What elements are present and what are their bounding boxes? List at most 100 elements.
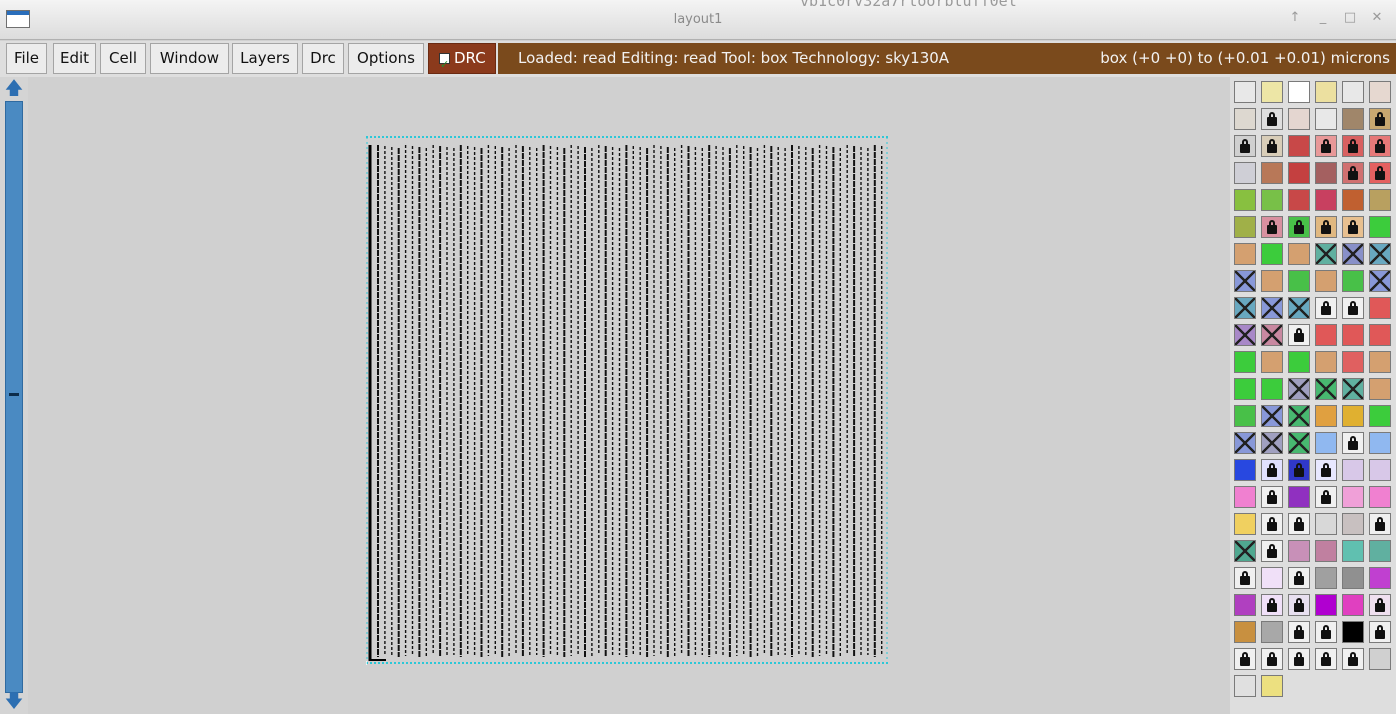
layer-swatch[interactable] (1315, 567, 1337, 589)
scrollbar-track[interactable] (5, 101, 23, 693)
layer-swatch[interactable] (1369, 189, 1391, 211)
layer-swatch[interactable] (1234, 108, 1256, 130)
layer-swatch[interactable] (1288, 135, 1310, 157)
layer-swatch[interactable] (1369, 432, 1391, 454)
layer-swatch[interactable] (1234, 81, 1256, 103)
layer-swatch[interactable] (1288, 459, 1310, 481)
layer-swatch[interactable] (1288, 432, 1310, 454)
keep-above-button[interactable]: ↑ (1286, 10, 1304, 25)
layer-swatch[interactable] (1342, 540, 1364, 562)
layer-swatch[interactable] (1288, 594, 1310, 616)
layer-swatch[interactable] (1369, 351, 1391, 373)
layer-swatch[interactable] (1261, 189, 1283, 211)
layer-swatch[interactable] (1369, 540, 1391, 562)
layer-swatch[interactable] (1315, 162, 1337, 184)
layer-swatch[interactable] (1234, 405, 1256, 427)
layer-swatch[interactable] (1342, 243, 1364, 265)
layer-swatch[interactable] (1288, 243, 1310, 265)
layer-swatch[interactable] (1342, 189, 1364, 211)
layer-swatch[interactable] (1315, 405, 1337, 427)
layer-swatch[interactable] (1234, 567, 1256, 589)
layer-swatch[interactable] (1342, 648, 1364, 670)
layer-swatch[interactable] (1234, 675, 1256, 697)
layer-swatch[interactable] (1234, 162, 1256, 184)
layer-swatch[interactable] (1315, 216, 1337, 238)
layer-swatch[interactable] (1342, 324, 1364, 346)
layer-swatch[interactable] (1261, 378, 1283, 400)
vertical-scrollbar[interactable]: 🡅 🡇 (0, 77, 28, 714)
layer-swatch[interactable] (1261, 513, 1283, 535)
layer-swatch[interactable] (1234, 189, 1256, 211)
layer-swatch[interactable] (1369, 162, 1391, 184)
layer-swatch[interactable] (1261, 648, 1283, 670)
layer-swatch[interactable] (1234, 594, 1256, 616)
layer-swatch[interactable] (1315, 189, 1337, 211)
layer-swatch[interactable] (1288, 324, 1310, 346)
layer-swatch[interactable] (1288, 648, 1310, 670)
layer-swatch[interactable] (1288, 486, 1310, 508)
layer-swatch[interactable] (1369, 459, 1391, 481)
layer-swatch[interactable] (1288, 297, 1310, 319)
layer-swatch[interactable] (1261, 270, 1283, 292)
layer-swatch[interactable] (1234, 324, 1256, 346)
layer-swatch[interactable] (1261, 81, 1283, 103)
layer-swatch[interactable] (1342, 459, 1364, 481)
layer-swatch[interactable] (1261, 243, 1283, 265)
layer-swatch[interactable] (1342, 351, 1364, 373)
layer-swatch[interactable] (1261, 351, 1283, 373)
layer-swatch[interactable] (1369, 378, 1391, 400)
layer-swatch[interactable] (1261, 594, 1283, 616)
layer-swatch[interactable] (1342, 270, 1364, 292)
layer-swatch[interactable] (1315, 135, 1337, 157)
layer-swatch[interactable] (1261, 675, 1283, 697)
layer-swatch[interactable] (1234, 540, 1256, 562)
layer-swatch[interactable] (1234, 378, 1256, 400)
layer-swatch[interactable] (1234, 621, 1256, 643)
layer-swatch[interactable] (1342, 216, 1364, 238)
drc-toggle[interactable]: DRC (428, 43, 496, 79)
layer-swatch[interactable] (1288, 189, 1310, 211)
layer-swatch[interactable] (1369, 513, 1391, 535)
layer-swatch[interactable] (1315, 297, 1337, 319)
layer-swatch[interactable] (1261, 216, 1283, 238)
layer-swatch[interactable] (1369, 243, 1391, 265)
layer-swatch[interactable] (1315, 513, 1337, 535)
layer-swatch[interactable] (1288, 216, 1310, 238)
layer-swatch[interactable] (1261, 324, 1283, 346)
layer-swatch[interactable] (1234, 486, 1256, 508)
layer-swatch[interactable] (1369, 81, 1391, 103)
layer-swatch[interactable] (1288, 270, 1310, 292)
layer-swatch[interactable] (1342, 621, 1364, 643)
layer-swatch[interactable] (1261, 297, 1283, 319)
layer-swatch[interactable] (1315, 270, 1337, 292)
layer-swatch[interactable] (1234, 648, 1256, 670)
layer-swatch[interactable] (1369, 405, 1391, 427)
layer-swatch[interactable] (1315, 432, 1337, 454)
close-button[interactable]: ✕ (1368, 10, 1386, 25)
layer-swatch[interactable] (1315, 378, 1337, 400)
layer-swatch[interactable] (1234, 459, 1256, 481)
layer-swatch[interactable] (1315, 81, 1337, 103)
layer-swatch[interactable] (1315, 351, 1337, 373)
layer-swatch[interactable] (1315, 459, 1337, 481)
layer-swatch[interactable] (1261, 486, 1283, 508)
layer-swatch[interactable] (1369, 594, 1391, 616)
layout-canvas[interactable] (28, 77, 1228, 714)
layer-swatch[interactable] (1369, 621, 1391, 643)
layer-swatch[interactable] (1315, 594, 1337, 616)
layer-swatch[interactable] (1342, 297, 1364, 319)
layer-swatch[interactable] (1342, 81, 1364, 103)
layer-swatch[interactable] (1315, 108, 1337, 130)
layer-swatch[interactable] (1261, 405, 1283, 427)
layer-swatch[interactable] (1369, 135, 1391, 157)
layer-swatch[interactable] (1342, 135, 1364, 157)
layer-swatch[interactable] (1261, 135, 1283, 157)
menu-edit[interactable]: Edit (53, 43, 96, 74)
layer-swatch[interactable] (1315, 621, 1337, 643)
layer-swatch[interactable] (1261, 162, 1283, 184)
layer-swatch[interactable] (1234, 297, 1256, 319)
layer-swatch[interactable] (1234, 270, 1256, 292)
layer-swatch[interactable] (1288, 405, 1310, 427)
layer-swatch[interactable] (1369, 216, 1391, 238)
layer-swatch[interactable] (1234, 432, 1256, 454)
